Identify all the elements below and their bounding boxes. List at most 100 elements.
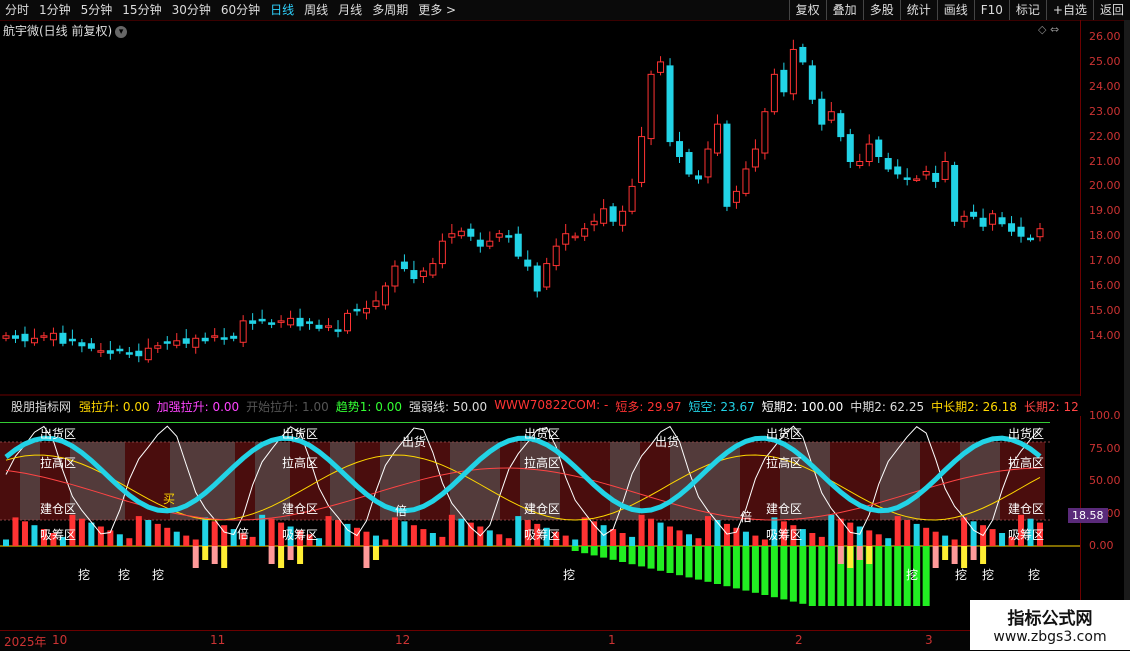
- indicator-value: WWW70822COM: -: [494, 397, 609, 412]
- candle-body: [951, 164, 959, 222]
- candle-body: [723, 123, 731, 207]
- toolbar-button[interactable]: 复权: [788, 0, 826, 20]
- candle-body: [562, 233, 570, 245]
- period-tab[interactable]: 日线: [265, 0, 299, 20]
- toolbar-button[interactable]: +自选: [1045, 0, 1093, 20]
- indicator-axis: 100.075.0050.0025.000.00: [1080, 409, 1125, 630]
- zone-label: 出货区: [766, 427, 803, 441]
- signal-label: 挖: [982, 568, 995, 582]
- histogram-bar: [135, 516, 142, 546]
- period-tab[interactable]: 更多 >: [413, 0, 461, 20]
- toolbar-button[interactable]: 叠加: [825, 0, 863, 20]
- period-tab[interactable]: 1分钟: [34, 0, 76, 20]
- negative-bar: [742, 546, 750, 591]
- warn-bar: [837, 546, 844, 564]
- candle-body: [751, 148, 759, 168]
- zone-label: 建仓区: [282, 502, 319, 516]
- histogram-bar: [686, 534, 693, 546]
- negative-bar: [571, 546, 579, 551]
- candle-body: [1036, 228, 1044, 238]
- candle-body: [97, 350, 105, 353]
- period-tab[interactable]: 周线: [299, 0, 333, 20]
- negative-bar: [590, 546, 598, 556]
- candle-body: [106, 350, 114, 354]
- period-tab[interactable]: 分时: [0, 0, 34, 20]
- candle-body: [192, 337, 200, 348]
- candle-body: [448, 233, 456, 238]
- right-edge-panel: [1124, 20, 1130, 650]
- negative-bar: [827, 546, 835, 606]
- histogram-bar: [657, 522, 664, 546]
- candle-body: [277, 320, 285, 323]
- negative-bar: [723, 546, 731, 587]
- period-tab[interactable]: 30分钟: [167, 0, 216, 20]
- period-tab[interactable]: 5分钟: [76, 0, 118, 20]
- candle-body: [125, 352, 133, 355]
- toolbar-button[interactable]: 统计: [899, 0, 937, 20]
- signal-label: 倍: [740, 510, 753, 524]
- price-tick: 23.00: [1089, 104, 1121, 118]
- zone-label: 建仓区: [1008, 502, 1045, 516]
- histogram-bar: [818, 536, 825, 546]
- candle-body: [514, 233, 522, 257]
- histogram-bar: [192, 539, 199, 546]
- signal-label: 挖: [906, 568, 919, 582]
- zone-label: 建仓区: [40, 502, 77, 516]
- period-tab[interactable]: 60分钟: [216, 0, 265, 20]
- period-tab[interactable]: 15分钟: [117, 0, 166, 20]
- top-toolbar: 分时 1分钟 5分钟 15分钟 30分钟 60分钟 日线 周线 月线 多周期 更多 > 复权 叠加 多股…: [0, 0, 1130, 21]
- histogram-bar: [676, 530, 683, 546]
- histogram-bar: [21, 521, 28, 546]
- warn-bar: [980, 546, 987, 564]
- toolbar-button[interactable]: 画线: [936, 0, 974, 20]
- histogram-bar: [638, 514, 645, 546]
- histogram-bar: [714, 520, 721, 546]
- candle-body: [970, 211, 978, 217]
- candle-body: [1027, 237, 1035, 241]
- warn-bar: [856, 546, 863, 560]
- toolbar-button[interactable]: 返回: [1092, 0, 1130, 20]
- histogram-bar: [335, 520, 342, 546]
- indicator-chart[interactable]: [0, 416, 1080, 630]
- candle-body: [135, 350, 143, 357]
- candle-body: [419, 270, 427, 278]
- period-tab[interactable]: 月线: [333, 0, 367, 20]
- zone-label: 吸筹区: [524, 528, 561, 542]
- candle-body: [998, 217, 1006, 225]
- histogram-bar: [610, 529, 617, 546]
- indicator-tick: 50.00: [1089, 474, 1121, 487]
- candle-body: [533, 265, 541, 292]
- warn-bar: [221, 546, 228, 568]
- indicator-value: 强拉升: 0.00: [79, 399, 150, 414]
- period-tab[interactable]: 多周期: [367, 0, 413, 20]
- histogram-bar: [221, 525, 228, 546]
- price-chart[interactable]: [0, 20, 1080, 396]
- candle-body: [78, 342, 86, 347]
- indicator-value: 中期2: 62.25: [850, 399, 925, 414]
- candle-body: [59, 332, 67, 344]
- histogram-bar: [619, 533, 626, 546]
- toolbar-button[interactable]: 多股: [862, 0, 900, 20]
- candle-body: [638, 136, 646, 183]
- candle-body: [2, 335, 10, 339]
- warn-bar: [211, 546, 218, 564]
- toolbar-button[interactable]: 标记: [1008, 0, 1046, 20]
- candle-body: [362, 307, 370, 314]
- toolbar-button[interactable]: F10: [973, 0, 1009, 20]
- date-label: 11: [210, 633, 226, 647]
- candle-body: [676, 141, 684, 158]
- candle-body: [590, 220, 598, 226]
- histogram-bar: [648, 518, 655, 546]
- negative-bar: [761, 546, 769, 595]
- candle-body: [761, 111, 769, 154]
- candle-body: [381, 285, 389, 306]
- candle-body: [960, 215, 968, 222]
- candle-body: [884, 158, 892, 170]
- histogram-bar: [391, 517, 398, 546]
- indicator-name[interactable]: 股朋指标网: [11, 398, 71, 415]
- negative-bar: [884, 546, 892, 606]
- indicator-value: 开始拉升: 1.00: [246, 399, 329, 414]
- candle-body: [524, 259, 532, 267]
- candle-body: [68, 338, 76, 342]
- histogram-bar: [894, 516, 901, 546]
